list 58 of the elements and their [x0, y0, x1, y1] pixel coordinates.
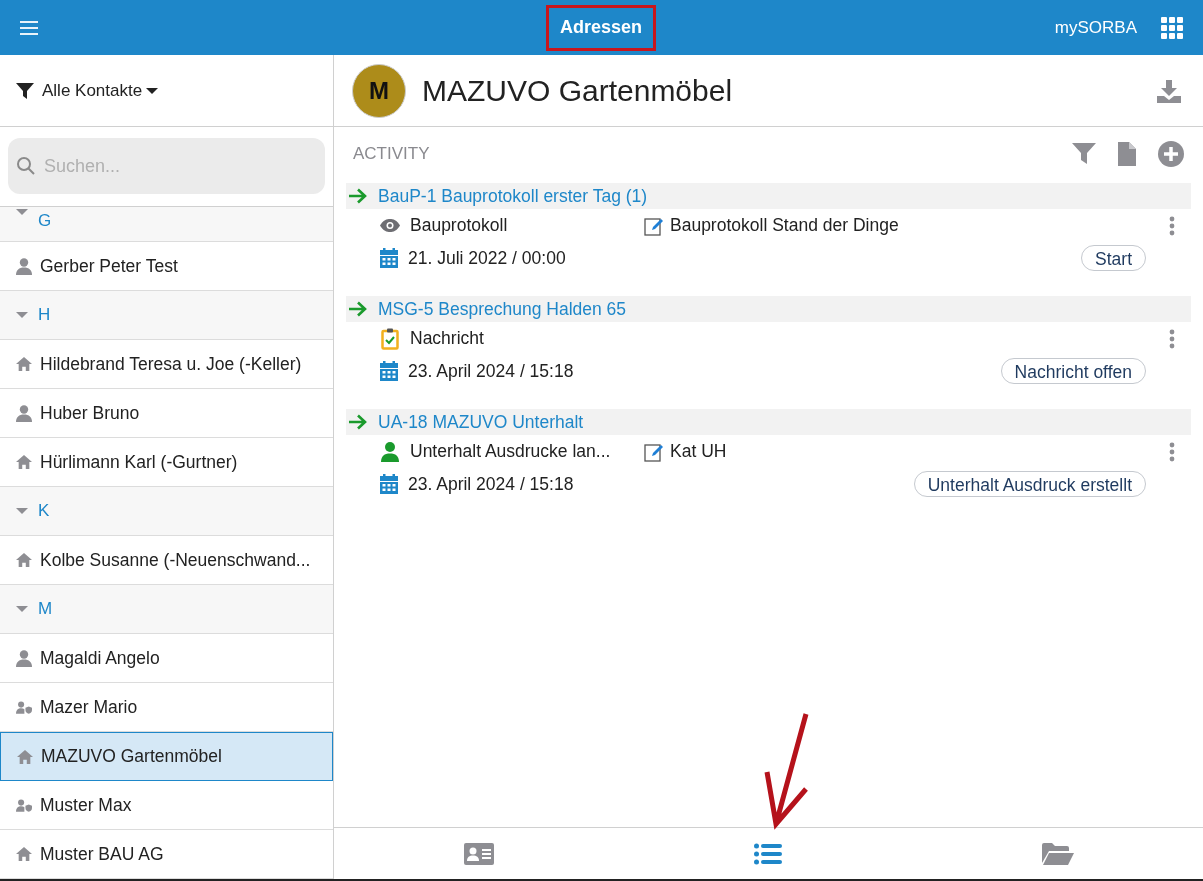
eye-icon: [380, 219, 400, 232]
person-icon: [16, 649, 32, 667]
clipboard-check-icon: [381, 327, 399, 350]
collapse-caret-icon[interactable]: [16, 507, 28, 515]
more-options-icon[interactable]: [1169, 441, 1175, 462]
contact-name: MAZUVO Gartenmöbel: [422, 73, 733, 109]
calendar-icon: [380, 248, 398, 268]
activity-note: Bauprotokoll Stand der Dinge: [670, 214, 899, 238]
group-letter: K: [38, 500, 50, 523]
house-icon: [16, 552, 32, 568]
section-title: ACTIVITY: [353, 143, 430, 166]
activity-type: Unterhalt Ausdrucke lan...: [410, 440, 611, 464]
filter-icon[interactable]: [1072, 143, 1096, 165]
calendar-icon: [380, 474, 398, 494]
collapse-caret-icon[interactable]: [16, 311, 28, 319]
menu-icon[interactable]: [20, 20, 38, 35]
activity-note: Kat UH: [670, 440, 727, 464]
activity-date: 23. April 2024 / 15:18: [408, 359, 574, 383]
house-icon: [16, 846, 32, 862]
group-letter: H: [38, 304, 51, 327]
app-name[interactable]: mySORBA: [1054, 14, 1137, 41]
arrow-right-icon: [348, 414, 368, 430]
edit-icon: [644, 215, 664, 236]
collapse-caret-icon[interactable]: [16, 605, 28, 613]
download-icon[interactable]: [1157, 78, 1181, 103]
activity-type: Nachricht: [410, 327, 484, 351]
more-options-icon[interactable]: [1169, 328, 1175, 349]
activity-date: 23. April 2024 / 15:18: [408, 472, 574, 496]
arrow-right-icon: [348, 301, 368, 317]
calendar-icon: [380, 361, 398, 381]
group-letter: G: [38, 210, 52, 232]
apps-grid-icon[interactable]: [1161, 16, 1183, 39]
page-title: Adressen: [560, 16, 643, 39]
collapse-caret-icon[interactable]: [16, 208, 28, 216]
person-icon: [16, 404, 32, 422]
activity-date: 21. Juli 2022 / 00:00: [408, 246, 566, 270]
more-options-icon[interactable]: [1169, 215, 1175, 236]
folder-icon[interactable]: [1042, 842, 1075, 865]
edit-icon: [644, 441, 664, 462]
arrow-right-icon: [348, 188, 368, 204]
group-letter: M: [38, 598, 53, 621]
filter-dropdown[interactable]: Alle Kontakte: [42, 77, 159, 104]
house-icon: [17, 748, 33, 765]
contact-card-icon[interactable]: [463, 842, 494, 865]
caret-icon: [146, 86, 159, 95]
person-icon: [381, 441, 399, 462]
person-icon: [16, 257, 32, 275]
search-field[interactable]: Suchen...: [8, 138, 325, 194]
avatar: M: [352, 63, 406, 118]
list-icon[interactable]: [754, 842, 783, 865]
activity-type: Bauprotokoll: [410, 214, 508, 238]
contact-list-item[interactable]: MAZUVO Gartenmöbel: [0, 732, 333, 781]
house-icon: [16, 356, 32, 372]
house-icon: [16, 454, 32, 470]
document-icon[interactable]: [1118, 142, 1136, 166]
add-icon[interactable]: [1158, 141, 1184, 167]
search-icon: [16, 156, 36, 176]
filter-icon: [16, 81, 34, 100]
